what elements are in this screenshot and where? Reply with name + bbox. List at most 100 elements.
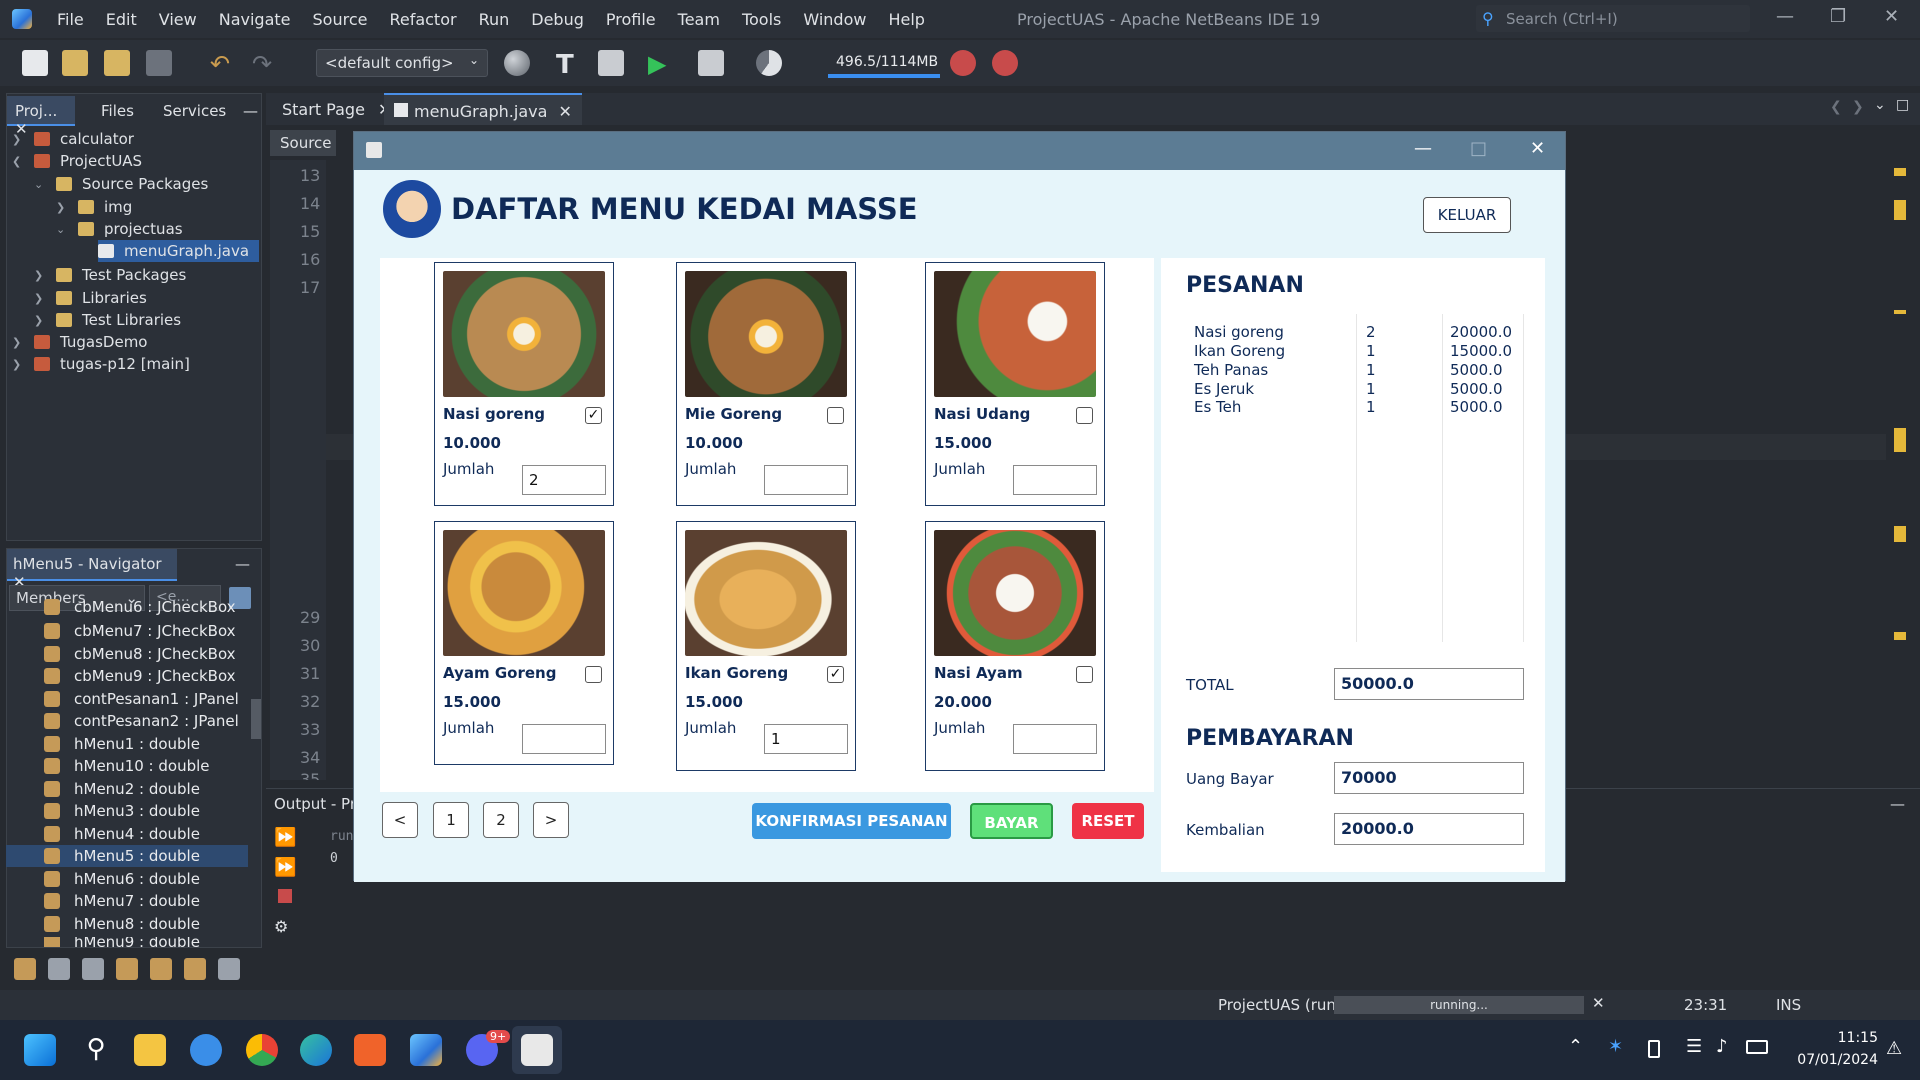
nav-item[interactable]: cbMenu8 : JCheckBox <box>44 643 236 665</box>
battery-icon[interactable] <box>1746 1040 1768 1054</box>
page-2-button[interactable]: 2 <box>483 802 519 838</box>
minimize-icon[interactable]: — <box>1890 795 1905 813</box>
sort-icon[interactable] <box>14 958 36 980</box>
java-icon[interactable] <box>521 1034 553 1066</box>
close-icon[interactable]: ✕ <box>559 102 572 121</box>
reset-button[interactable]: RESET <box>1072 803 1144 839</box>
globe-icon[interactable] <box>504 50 530 76</box>
new-file-icon[interactable] <box>22 50 48 76</box>
chevron-down-icon[interactable]: ⌄ <box>1874 97 1886 113</box>
minimize-icon[interactable]: — <box>1414 138 1432 159</box>
rerun-options-icon[interactable]: ⏩ <box>274 857 296 878</box>
profile-icon[interactable] <box>756 50 782 76</box>
nav-item[interactable]: hMenu3 : double <box>44 800 200 822</box>
run-status[interactable]: ProjectUAS (run) <box>1218 996 1342 1014</box>
chevron-left-icon[interactable]: ❮ <box>1830 99 1842 115</box>
menu-window[interactable]: Window <box>792 10 877 29</box>
paid-input[interactable]: 70000 <box>1334 762 1524 794</box>
nav-item[interactable]: contPesanan2 : JPanel <box>44 710 239 732</box>
nav-item[interactable]: contPesanan1 : JPanel <box>44 688 239 710</box>
tab-start-page[interactable]: Start Page ✕ <box>272 93 401 125</box>
brave-icon[interactable] <box>354 1034 386 1066</box>
scrollbar-thumb[interactable] <box>251 699 261 739</box>
confirm-order-button[interactable]: KONFIRMASI PESANAN <box>752 803 951 839</box>
debug-icon[interactable] <box>698 50 724 76</box>
tab-menugraph[interactable]: menuGraph.java ✕ <box>384 93 582 125</box>
tree-item-projectuas[interactable]: ❮ ProjectUAS <box>12 150 142 172</box>
nav-item[interactable]: hMenu6 : double <box>44 868 200 890</box>
nav-item[interactable]: cbMenu9 : JCheckBox <box>44 665 236 687</box>
tree-item-tugas-p12[interactable]: ❯ tugas-p12 [main] <box>12 353 190 375</box>
clock-date[interactable]: 07/01/2024 <box>1780 1052 1878 1068</box>
navigator-tab[interactable]: hMenu5 - Navigator ✕ <box>7 549 177 591</box>
static-icon[interactable] <box>82 958 104 980</box>
menu-file[interactable]: File <box>46 10 95 29</box>
battery-saver-icon[interactable] <box>1648 1040 1660 1058</box>
gc-icon[interactable] <box>950 50 976 76</box>
sort-az-icon[interactable] <box>218 958 240 980</box>
nav-item[interactable]: hMenu7 : double <box>44 890 200 912</box>
menu-refactor[interactable]: Refactor <box>378 10 467 29</box>
warning-marker[interactable] <box>1894 168 1906 176</box>
redo-icon[interactable]: ↷ <box>252 50 278 78</box>
tab-services[interactable]: Services <box>155 96 234 126</box>
menu-edit[interactable]: Edit <box>95 10 148 29</box>
python-icon[interactable] <box>190 1034 222 1066</box>
open-project-icon[interactable] <box>104 50 130 76</box>
menu-source[interactable]: Source <box>302 10 379 29</box>
nav-item[interactable]: hMenu8 : double <box>44 913 200 935</box>
clock-time[interactable]: 11:15 <box>1808 1030 1878 1046</box>
menu-checkbox[interactable] <box>827 407 844 424</box>
settings-icon[interactable]: ⚙ <box>274 917 288 936</box>
warning-marker[interactable] <box>1894 428 1906 452</box>
tab-projects[interactable]: Proj... ✕ <box>7 96 75 138</box>
page-prev-button[interactable]: < <box>382 802 418 838</box>
save-all-icon[interactable] <box>146 50 172 76</box>
warning-marker[interactable] <box>1894 200 1906 220</box>
close-icon[interactable]: ✕ <box>1530 138 1545 159</box>
file-explorer-icon[interactable] <box>134 1034 166 1066</box>
tree-item-test-libraries[interactable]: ❯ Test Libraries <box>34 309 181 331</box>
menu-help[interactable]: Help <box>877 10 935 29</box>
maximize-icon[interactable]: ❐ <box>1830 6 1846 27</box>
tab-files[interactable]: Files <box>93 96 142 126</box>
minimize-icon[interactable]: — <box>1776 6 1794 27</box>
nav-item[interactable]: hMenu9 : double <box>44 937 200 947</box>
pay-button[interactable]: BAYAR <box>970 803 1053 839</box>
menu-tools[interactable]: Tools <box>731 10 792 29</box>
menu-profile[interactable]: Profile <box>595 10 667 29</box>
minimize-icon[interactable]: — <box>235 555 250 573</box>
fields-icon[interactable] <box>48 958 70 980</box>
notification-bell-icon[interactable]: ⚠ <box>1886 1038 1902 1059</box>
nav-item-selected[interactable]: hMenu5 : double <box>6 845 248 867</box>
tree-item-projectuas-package[interactable]: ⌄ projectuas <box>56 218 183 240</box>
nav-item[interactable]: cbMenu6 : JCheckBox <box>44 599 236 615</box>
qty-input[interactable] <box>1013 465 1097 495</box>
windows-start-icon[interactable] <box>24 1034 56 1066</box>
stop-icon[interactable] <box>278 889 292 903</box>
close-icon[interactable]: ✕ <box>1592 994 1605 1012</box>
menu-run[interactable]: Run <box>468 10 521 29</box>
qty-input[interactable] <box>522 724 606 754</box>
nav-item[interactable]: hMenu1 : double <box>44 733 200 755</box>
menu-checkbox[interactable] <box>1076 666 1093 683</box>
page-1-button[interactable]: 1 <box>433 802 469 838</box>
chevron-up-icon[interactable]: ⌃ <box>1568 1036 1583 1057</box>
change-field[interactable]: 20000.0 <box>1334 813 1524 845</box>
qty-input[interactable] <box>1013 724 1097 754</box>
undo-icon[interactable]: ↶ <box>210 50 236 78</box>
tree-item-tugasdemo[interactable]: ❯ TugasDemo <box>12 331 148 353</box>
maximize-icon[interactable]: □ <box>1896 97 1909 113</box>
clean-build-icon[interactable] <box>598 50 624 76</box>
bluetooth-icon[interactable]: ✶ <box>1608 1036 1623 1057</box>
tree-item-calculator[interactable]: ❯ calculator <box>12 128 134 150</box>
warning-marker[interactable] <box>1894 310 1906 314</box>
inherited-icon[interactable] <box>150 958 172 980</box>
menu-checkbox[interactable]: ✓ <box>585 407 602 424</box>
source-tab[interactable]: Source <box>270 130 336 156</box>
tree-item-test-packages[interactable]: ❯ Test Packages <box>34 264 186 286</box>
tree-item-menugraph[interactable]: menuGraph.java <box>98 240 260 262</box>
nav-item[interactable]: hMenu4 : double <box>44 823 200 845</box>
menu-checkbox[interactable] <box>585 666 602 683</box>
nav-item[interactable]: cbMenu7 : JCheckBox <box>44 620 236 642</box>
